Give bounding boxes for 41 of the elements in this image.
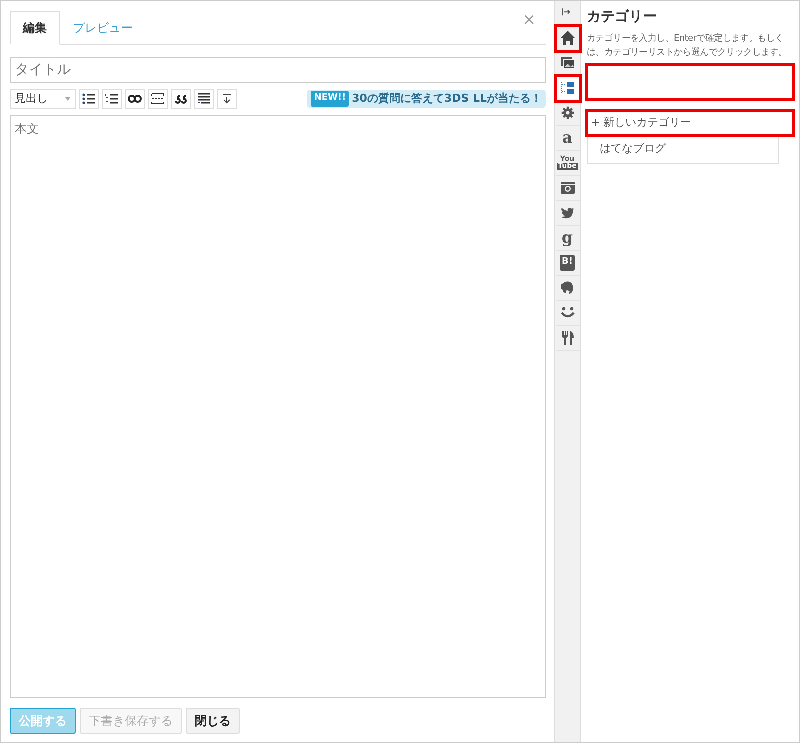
action-button[interactable]: 閉じる — [186, 708, 240, 734]
promo-text[interactable]: 30の質問に答えて3DS LLが当たる！ — [352, 90, 542, 108]
tab[interactable]: 編集 — [10, 11, 60, 45]
toolbar-button[interactable] — [217, 89, 237, 109]
toolbar-button[interactable] — [102, 89, 122, 109]
logo-letter: g — [562, 230, 574, 246]
quote-icon — [174, 92, 188, 106]
toolbar-button[interactable] — [79, 89, 99, 109]
panel-title: カテゴリー — [587, 9, 658, 26]
toolbar-button[interactable] — [194, 89, 214, 109]
title-field[interactable]: タイトル — [10, 57, 546, 83]
category-tree-icon — [560, 80, 576, 96]
bird-icon — [560, 205, 576, 221]
caret-icon — [65, 97, 71, 101]
panel-description: カテゴリーを入力し、Enterで確定します。もしくは、カテゴリーリストから選んでクリックします。 — [587, 32, 788, 60]
new-category-link[interactable]: + 新しいカテゴリー — [587, 110, 793, 136]
bullet-list-icon — [82, 92, 96, 106]
heading-select[interactable]: 見出し — [10, 89, 76, 109]
numbered-list-icon — [105, 92, 119, 106]
home-icon — [560, 30, 576, 46]
sidebar-tab[interactable]: a — [556, 126, 580, 151]
logo-letter: a — [562, 130, 573, 146]
photos-icon — [560, 55, 576, 71]
logo-label: B! — [560, 255, 575, 271]
fork-knife-icon — [560, 330, 576, 346]
camera-icon — [560, 180, 576, 196]
insert-icon — [220, 92, 234, 106]
promo-banner[interactable]: NEW!! 30の質問に答えて3DS LLが当たる！ — [307, 90, 546, 108]
gear-icon — [560, 106, 574, 120]
sidebar-tab[interactable]: g — [556, 226, 580, 251]
page-break-icon — [151, 92, 165, 106]
toolbar-button[interactable] — [148, 89, 168, 109]
toolbar-button[interactable] — [125, 89, 145, 109]
category-item[interactable]: はてなブログ — [588, 136, 678, 163]
text-lines-icon — [197, 92, 211, 106]
category-field[interactable] — [587, 64, 793, 99]
link-icon — [128, 92, 142, 106]
new-label: NEW!! — [311, 91, 350, 107]
body-field[interactable]: 本文 — [10, 115, 546, 698]
sidebar-tab[interactable]: B! — [556, 251, 580, 276]
toolbar-button[interactable] — [171, 89, 191, 109]
